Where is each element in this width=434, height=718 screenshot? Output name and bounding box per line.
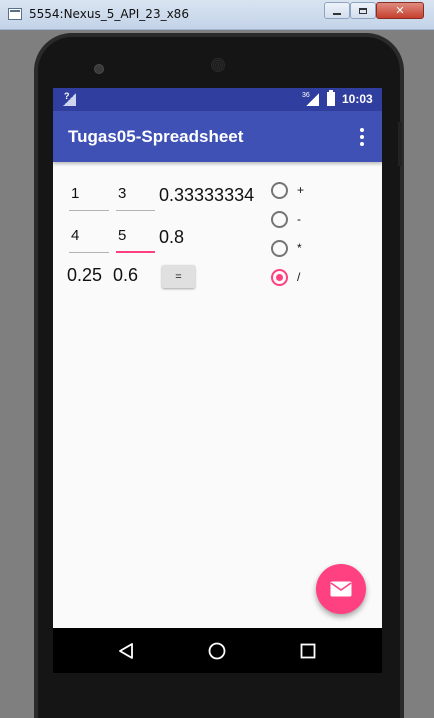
back-icon — [119, 643, 133, 659]
radio-label: - — [297, 212, 301, 226]
front-camera — [94, 64, 104, 74]
home-icon — [208, 642, 226, 660]
radio-label: + — [297, 183, 305, 197]
radio-circle[interactable] — [271, 239, 288, 257]
overflow-dot — [360, 135, 364, 139]
minimize-icon — [333, 12, 341, 15]
row3-value-b: 0.6 — [113, 265, 139, 285]
window-title: 5554:Nexus_5_API_23_x86 — [29, 7, 189, 21]
equals-button[interactable]: = — [162, 265, 195, 288]
maximize-icon — [359, 7, 367, 14]
radio-circle[interactable] — [271, 181, 288, 199]
back-button[interactable] — [115, 640, 137, 662]
recents-icon — [300, 643, 316, 659]
window-icon — [8, 8, 22, 20]
radio-subtract[interactable]: - — [271, 209, 382, 229]
radio-divide[interactable]: / — [271, 267, 382, 287]
radio-add[interactable]: + — [271, 180, 382, 200]
email-fab-button[interactable] — [316, 564, 366, 614]
close-button[interactable]: ✕ — [376, 2, 424, 19]
row1-result: 0.33333334 — [159, 185, 255, 205]
system-nav-bar — [53, 628, 382, 673]
row2-input-b[interactable]: 5 — [116, 227, 155, 253]
minimize-button[interactable] — [324, 2, 350, 19]
row3-value-a: 0.25 — [67, 265, 103, 285]
status-bar: ? 36 10:03 — [53, 88, 382, 111]
row2-result: 0.8 — [159, 227, 185, 247]
home-button[interactable] — [206, 640, 228, 662]
maximize-button[interactable] — [350, 2, 376, 19]
close-icon: ✕ — [395, 4, 405, 17]
overflow-menu-icon[interactable] — [353, 125, 371, 149]
radio-label: / — [297, 270, 301, 284]
row2-input-a[interactable]: 4 — [69, 227, 109, 253]
power-button[interactable] — [398, 122, 402, 166]
app-bar: Tugas05-Spreadsheet — [53, 111, 382, 162]
radio-circle[interactable] — [271, 210, 288, 228]
radio-multiply[interactable]: * — [271, 238, 382, 258]
overflow-dot — [360, 142, 364, 146]
network-unknown-label: ? — [64, 91, 70, 101]
radio-label: * — [297, 241, 302, 255]
earpiece-speaker — [211, 58, 225, 72]
row1-input-a[interactable]: 1 — [69, 185, 109, 211]
overflow-dot — [360, 128, 364, 132]
device-screen: ? 36 10:03 Tugas05-Spreadsheet 1 3 0.333… — [53, 88, 382, 628]
radio-circle[interactable] — [271, 268, 288, 286]
app-title: Tugas05-Spreadsheet — [68, 127, 244, 146]
recents-button[interactable] — [297, 640, 319, 662]
cell-signal-icon — [306, 93, 319, 106]
row1-input-b[interactable]: 3 — [116, 185, 155, 211]
battery-icon — [327, 90, 335, 106]
status-time: 10:03 — [342, 92, 373, 106]
email-icon — [330, 581, 352, 597]
window-titlebar[interactable]: 5554:Nexus_5_API_23_x86 ✕ — [0, 0, 434, 30]
